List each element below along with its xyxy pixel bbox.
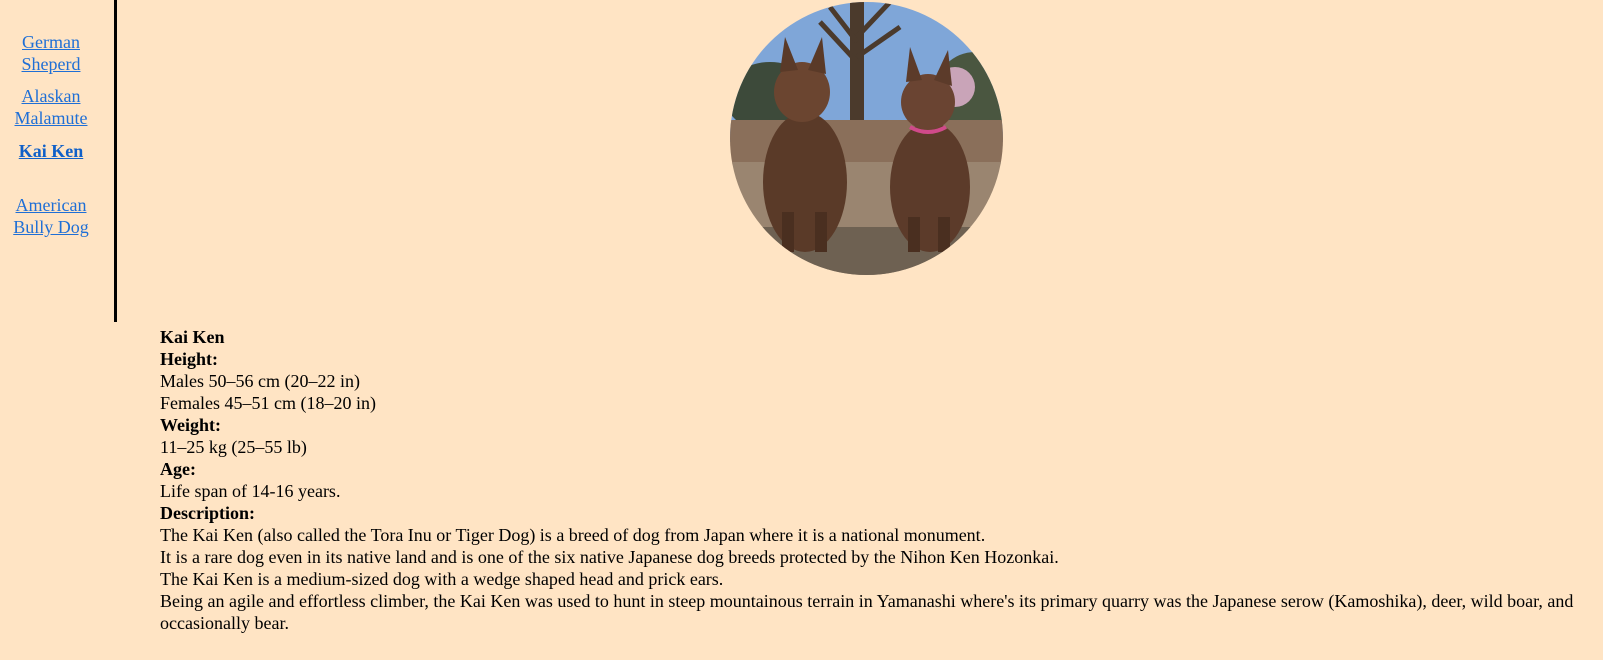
breed-photo-image — [730, 2, 1003, 275]
age-label: Age: — [160, 459, 196, 479]
breed-photo — [730, 2, 1003, 275]
weight-value: 11–25 kg (25–55 lb) — [160, 437, 307, 457]
description-line: The Kai Ken is a medium-sized dog with a… — [160, 569, 724, 589]
nav-link-german-sheperd[interactable]: German Sheperd — [0, 31, 102, 75]
nav-link-alaskan-malamute[interactable]: Alaskan Malamute — [0, 85, 102, 129]
sidebar-nav: German Sheperd Alaskan Malamute Kai Ken … — [0, 0, 117, 322]
description-line: The Kai Ken (also called the Tora Inu or… — [160, 525, 986, 545]
weight-label: Weight: — [160, 415, 221, 435]
breed-name: Kai Ken — [160, 327, 225, 347]
description-label: Description: — [160, 503, 255, 523]
page: German Sheperd Alaskan Malamute Kai Ken … — [0, 0, 1603, 660]
nav-link-kai-ken[interactable]: Kai Ken — [0, 140, 102, 162]
description-line: Being an agile and effortless climber, t… — [160, 591, 1574, 633]
nav-link-american-bully-dog[interactable]: American Bully Dog — [0, 194, 102, 238]
age-value: Life span of 14-16 years. — [160, 481, 341, 501]
breed-details: Kai Ken Height: Males 50–56 cm (20–22 in… — [160, 326, 1590, 634]
height-females: Females 45–51 cm (18–20 in) — [160, 393, 376, 413]
description-line: It is a rare dog even in its native land… — [160, 547, 1059, 567]
height-label: Height: — [160, 349, 218, 369]
height-males: Males 50–56 cm (20–22 in) — [160, 371, 360, 391]
